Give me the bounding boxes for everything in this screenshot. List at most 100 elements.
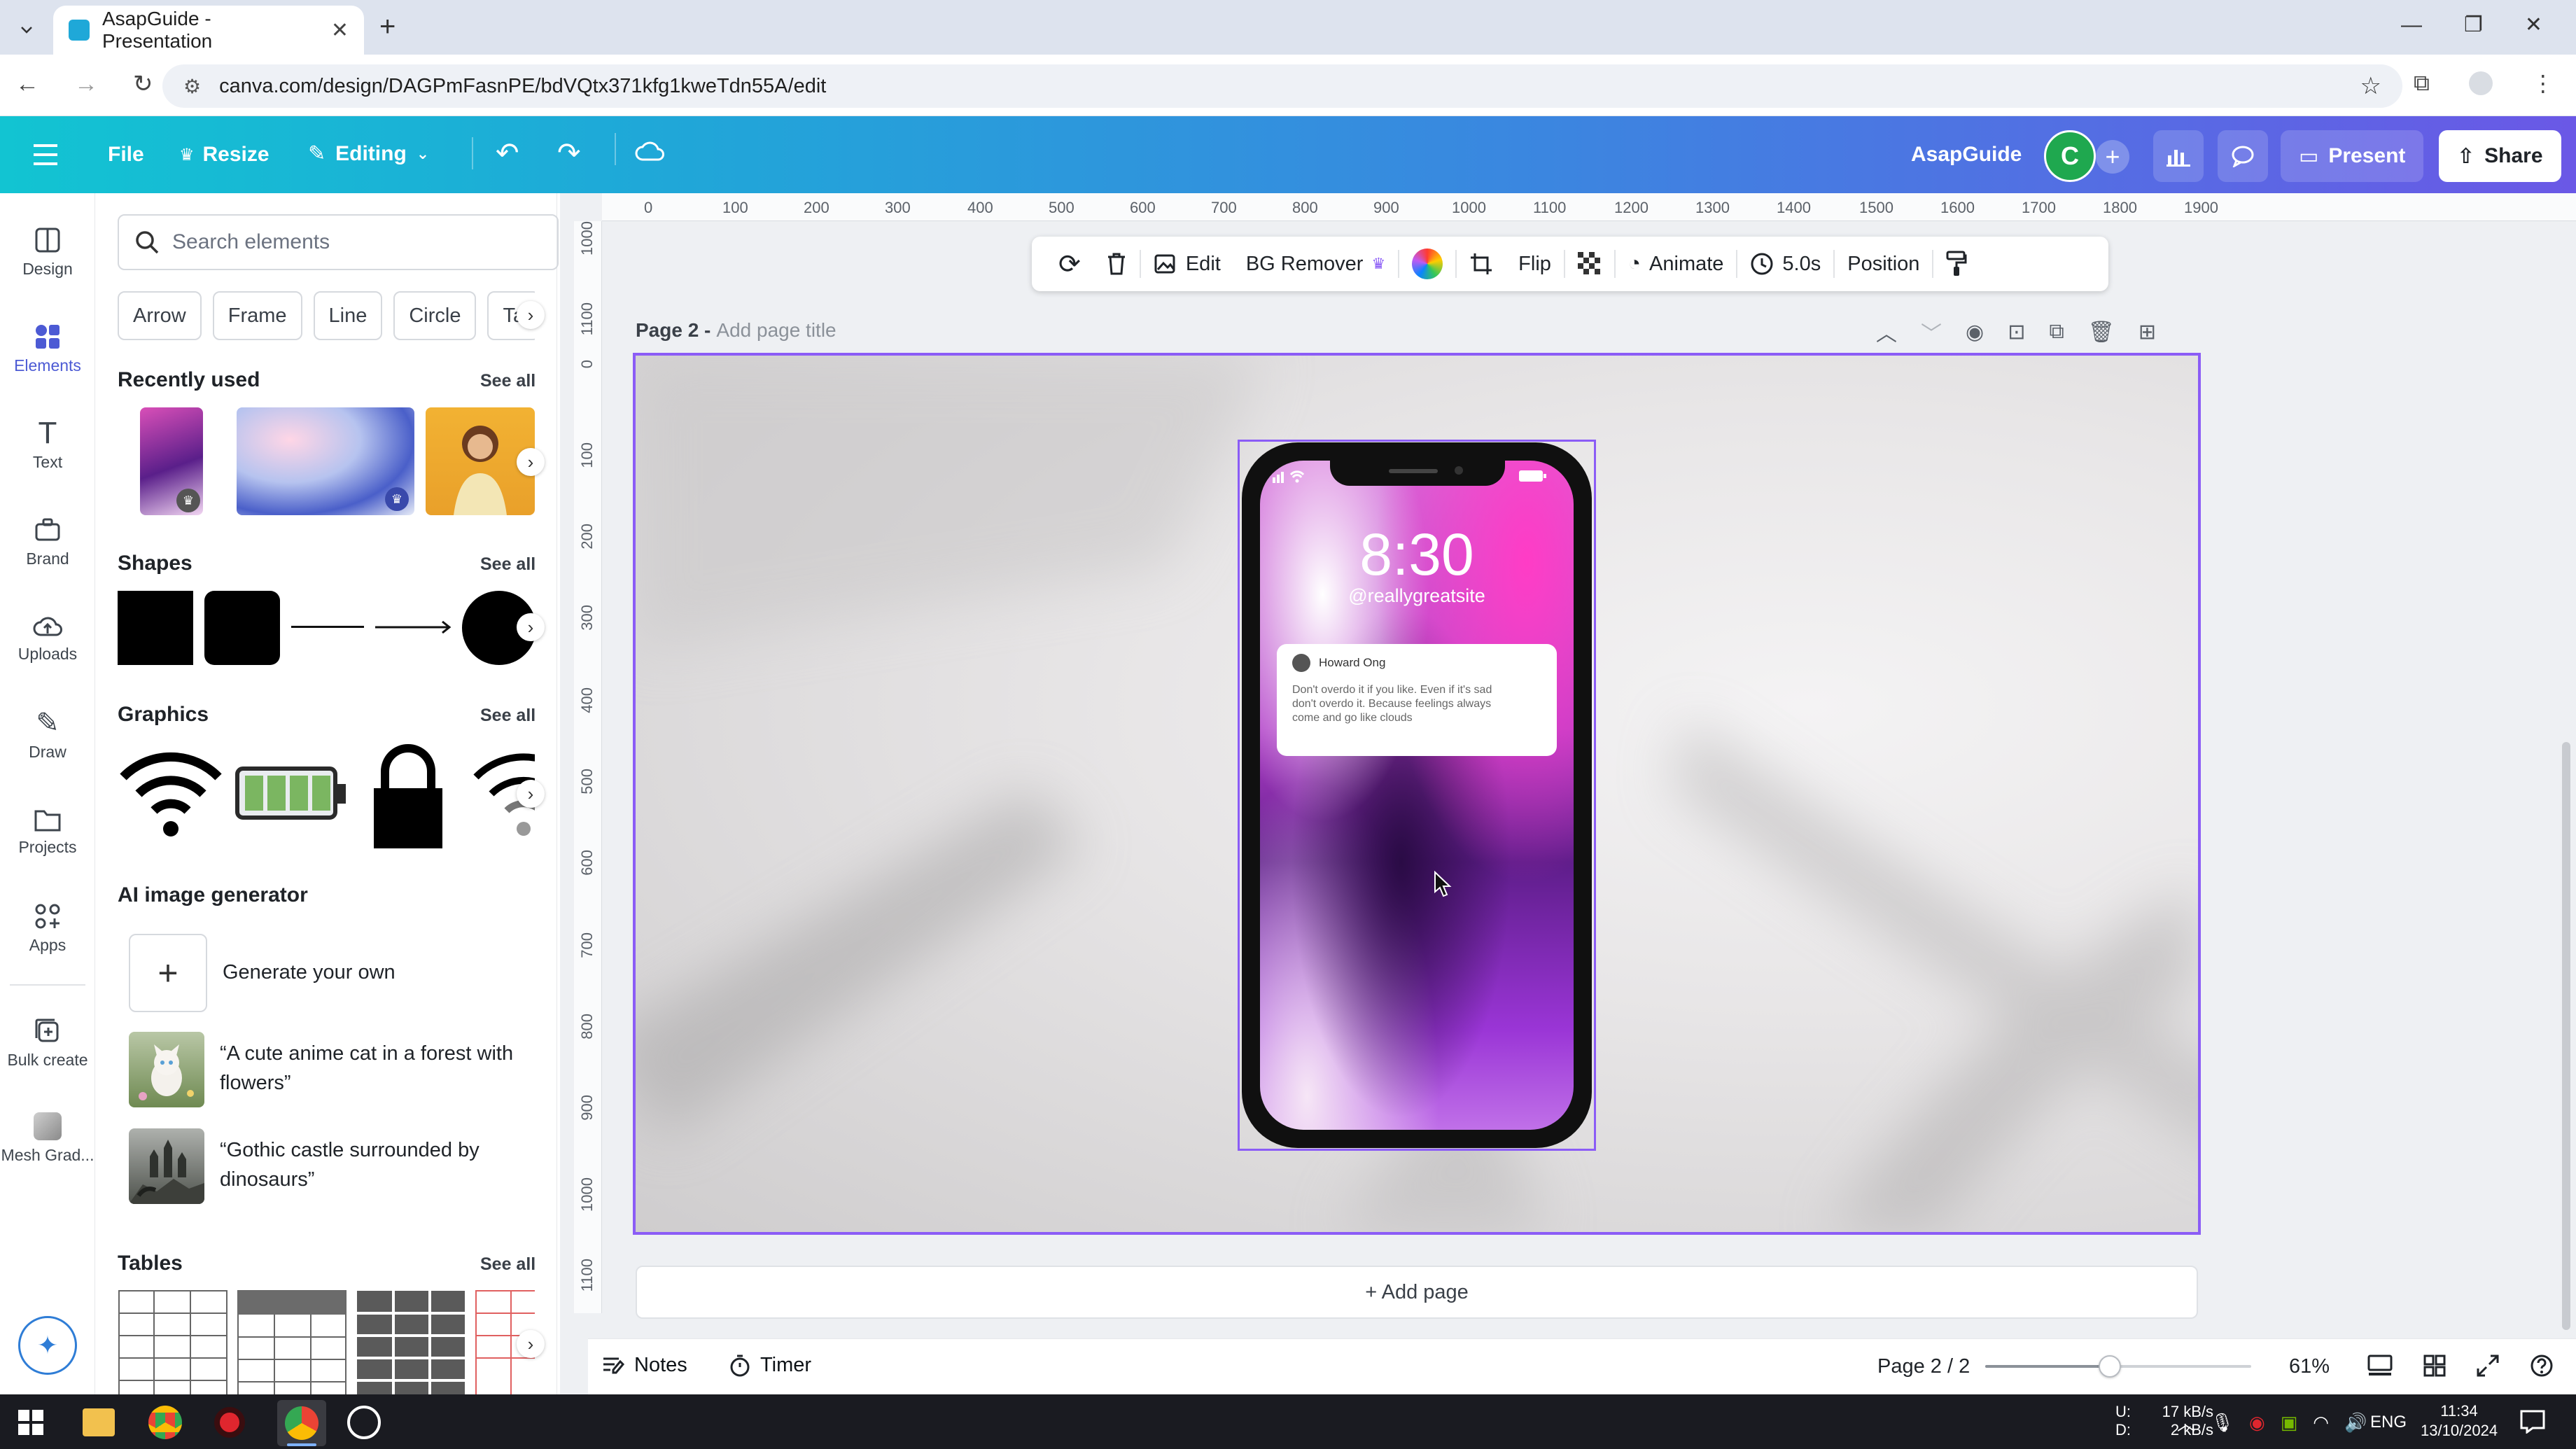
reload-icon[interactable]: ↻ (133, 70, 153, 98)
page-up-chevron-icon[interactable]: ︿ (1876, 316, 1897, 347)
address-bar[interactable]: ⚙ canva.com/design/DAGPmFasnPE/bdVQtx371… (162, 64, 2402, 108)
zoom-slider[interactable] (1985, 1355, 2251, 1378)
page-down-chevron-icon[interactable]: ﹀ (1921, 316, 1942, 347)
generate-your-own-link[interactable]: Generate your own (223, 958, 396, 987)
page-title-input[interactable]: Add page title (716, 319, 836, 342)
prompt-anime-cat[interactable]: “A cute anime cat in a forest with flowe… (220, 1039, 513, 1098)
tables-see-all[interactable]: See all (480, 1254, 536, 1275)
help-question-icon[interactable] (2530, 1354, 2554, 1378)
chip-frame[interactable]: Frame (212, 291, 302, 340)
editing-mode-dropdown[interactable]: ✎ Editing ⌄ (308, 141, 429, 166)
volume-tray-icon[interactable]: 🔊 (2344, 1412, 2367, 1434)
browser-tab[interactable]: AsapGuide - Presentation ✕ (53, 6, 364, 55)
timer-button[interactable]: Timer (729, 1354, 811, 1377)
copy-style-paint-roller-icon[interactable] (1933, 237, 1980, 291)
microphone-icon[interactable]: 🎙 (2211, 1412, 2234, 1434)
tray-expand-chevron-icon[interactable]: ︿ (2177, 1410, 2195, 1436)
grid-view-icon[interactable] (2423, 1354, 2446, 1377)
invite-plus-icon[interactable]: + (2096, 140, 2129, 174)
graphics-see-all[interactable]: See all (480, 706, 536, 726)
bookmark-star-icon[interactable]: ☆ (2360, 72, 2381, 100)
taskbar-clock[interactable]: 11:34 13/10/2024 (2421, 1401, 2498, 1441)
browser-menu-icon[interactable]: ⋮ (2532, 70, 2554, 97)
graphics-next-chevron-icon[interactable]: › (517, 780, 545, 808)
anime-cat-thumb[interactable] (129, 1032, 204, 1107)
page-indicator[interactable]: Page 2 / 2 (1877, 1355, 1970, 1378)
tables-next-chevron-icon[interactable]: › (517, 1330, 545, 1358)
new-tab-plus-icon[interactable]: + (379, 11, 396, 43)
hide-page-eye-icon[interactable]: ◉ (1966, 320, 1984, 344)
file-explorer-icon[interactable] (83, 1408, 115, 1436)
main-menu-hamburger-icon[interactable] (34, 143, 62, 167)
rail-bulk-create[interactable]: Bulk create (0, 1001, 95, 1085)
redo-icon[interactable]: ↷ (557, 137, 581, 169)
rail-brand[interactable]: Brand (0, 500, 95, 584)
input-language[interactable]: ENG (2370, 1413, 2407, 1432)
chrome-icon[interactable] (148, 1406, 182, 1439)
rail-text[interactable]: T Text (0, 403, 95, 487)
tab-close-icon[interactable]: ✕ (331, 18, 349, 43)
shapes-next-chevron-icon[interactable]: › (517, 613, 545, 641)
resize-button[interactable]: ♛ Resize (179, 143, 270, 167)
comment-bubble-icon[interactable] (2218, 130, 2268, 182)
delete-page-icon[interactable]: 🗑 (2088, 320, 2115, 344)
shape-square[interactable] (118, 591, 193, 665)
windows-start-icon[interactable] (18, 1410, 43, 1435)
add-page-button[interactable]: + Add page (636, 1266, 2198, 1319)
add-page-icon[interactable]: ⊞ (2138, 320, 2156, 344)
magic-assistant-sparkle-icon[interactable]: ✦ (18, 1316, 77, 1375)
fullscreen-expand-icon[interactable] (2477, 1354, 2499, 1377)
battery-graphic-icon[interactable] (235, 764, 347, 823)
rail-apps[interactable]: Apps (0, 886, 95, 970)
file-menu[interactable]: File (108, 143, 144, 167)
prompt-gothic-castle[interactable]: “Gothic castle surrounded by dinosaurs” (220, 1135, 479, 1194)
search-elements-input[interactable]: Search elements (118, 214, 559, 270)
crop-icon[interactable] (1457, 237, 1506, 291)
share-button[interactable]: ⇧ Share (2439, 130, 2561, 182)
recently-used-see-all[interactable]: See all (480, 371, 536, 391)
notes-button[interactable]: Notes (602, 1354, 687, 1377)
site-info-icon[interactable]: ⚙ (183, 75, 201, 98)
edit-image-button[interactable]: Edit (1141, 237, 1233, 291)
zoom-level[interactable]: 61% (2289, 1355, 2330, 1378)
chip-line[interactable]: Line (313, 291, 383, 340)
notifications-icon[interactable] (2520, 1410, 2545, 1434)
present-button[interactable]: ▭ Present (2281, 130, 2424, 182)
undo-icon[interactable]: ↶ (496, 137, 519, 169)
recent-blur-gradient-thumb[interactable]: ♛ (237, 407, 414, 515)
animate-button[interactable]: ◔ Animate (1616, 237, 1737, 291)
back-arrow-icon[interactable]: ← (15, 71, 39, 98)
flip-button[interactable]: Flip (1506, 237, 1564, 291)
position-button[interactable]: Position (1835, 237, 1932, 291)
rail-uploads[interactable]: Uploads (0, 596, 95, 680)
chip-circle[interactable]: Circle (393, 291, 477, 340)
recorder-app-icon[interactable] (214, 1407, 245, 1438)
zoom-slider-handle[interactable] (2099, 1355, 2121, 1378)
chips-next-chevron-icon[interactable]: › (517, 301, 545, 329)
delete-trash-icon[interactable] (1093, 237, 1140, 291)
tab-list-chevron-icon[interactable] (13, 15, 41, 43)
extensions-puzzle-icon[interactable]: ⧉ (2414, 70, 2430, 97)
replace-rotate-icon[interactable]: ⟳ (1046, 237, 1093, 291)
insights-chart-icon[interactable] (2153, 130, 2204, 182)
wifi-tray-icon[interactable]: ◠ (2313, 1412, 2329, 1434)
shape-rounded-square[interactable] (204, 591, 280, 665)
nvidia-tray-icon[interactable]: ▣ (2281, 1412, 2298, 1434)
close-window-icon[interactable]: ✕ (2525, 13, 2542, 37)
rail-elements[interactable]: Elements (0, 307, 95, 391)
shape-line[interactable] (291, 626, 364, 628)
transparency-checker-icon[interactable] (1565, 237, 1614, 291)
rail-projects[interactable]: Projects (0, 790, 95, 874)
cloud-saved-icon[interactable] (634, 139, 665, 164)
rail-mesh-gradient[interactable]: Mesh Grad... (0, 1096, 95, 1180)
canvas-scrollbar-thumb[interactable] (2562, 742, 2570, 1330)
profile-avatar-icon[interactable] (2468, 71, 2493, 95)
minimize-icon[interactable]: — (2401, 13, 2422, 37)
record-tray-icon[interactable]: ◉ (2249, 1412, 2265, 1434)
duplicate-page-icon[interactable]: ⧉ (2049, 320, 2064, 344)
rail-draw[interactable]: ✎ Draw (0, 693, 95, 777)
generate-plus-icon[interactable]: + (129, 934, 207, 1012)
team-name[interactable]: AsapGuide (1911, 143, 2022, 167)
shapes-see-all[interactable]: See all (480, 554, 536, 575)
color-wheel-icon[interactable] (1399, 237, 1455, 291)
